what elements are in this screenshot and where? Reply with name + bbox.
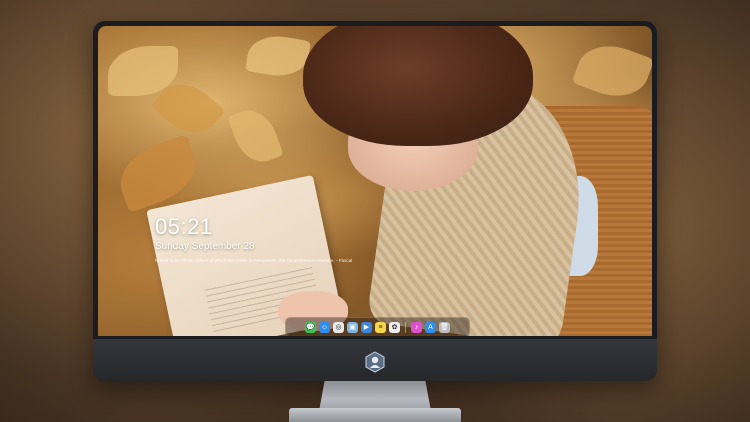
finder-icon[interactable]: ☺ <box>319 321 330 333</box>
monitor-stand-base <box>289 408 461 422</box>
wallpaper-leaf <box>227 103 284 169</box>
wallpaper-leaf <box>244 31 312 81</box>
monitor-stand-neck <box>319 381 431 411</box>
imovie-icon[interactable]: ▶ <box>361 321 372 333</box>
trash-icon[interactable]: 🗑 <box>439 321 450 333</box>
photos-icon[interactable]: ✿ <box>389 321 400 333</box>
brand-logo-icon <box>365 351 385 373</box>
monitor: 05:21 Sunday September 28 Nature is an i… <box>93 21 657 381</box>
lock-screen-clock: 05:21 <box>155 214 213 239</box>
wallpaper-hair <box>303 26 533 146</box>
messages-icon[interactable]: 💬 <box>305 321 316 333</box>
itunes-icon[interactable]: ♪ <box>411 321 422 333</box>
preview-icon[interactable]: ▣ <box>347 321 358 333</box>
dock-separator <box>405 321 406 333</box>
dock: 💬 ☺ ◎ ▣ ▶ ≡ ✿ ♪ A 🗑 <box>285 317 470 336</box>
notes-icon[interactable]: ≡ <box>375 321 386 333</box>
app-store-icon[interactable]: A <box>425 321 436 333</box>
lock-screen-quote: Nature is an infinite sphere of which th… <box>155 258 353 263</box>
lock-screen-wallpaper: 05:21 Sunday September 28 Nature is an i… <box>98 26 652 336</box>
wallpaper-leaf <box>571 35 652 107</box>
safari-icon[interactable]: ◎ <box>333 321 344 333</box>
lock-screen-date: Sunday September 28 <box>155 241 255 252</box>
monitor-chin <box>93 339 657 381</box>
